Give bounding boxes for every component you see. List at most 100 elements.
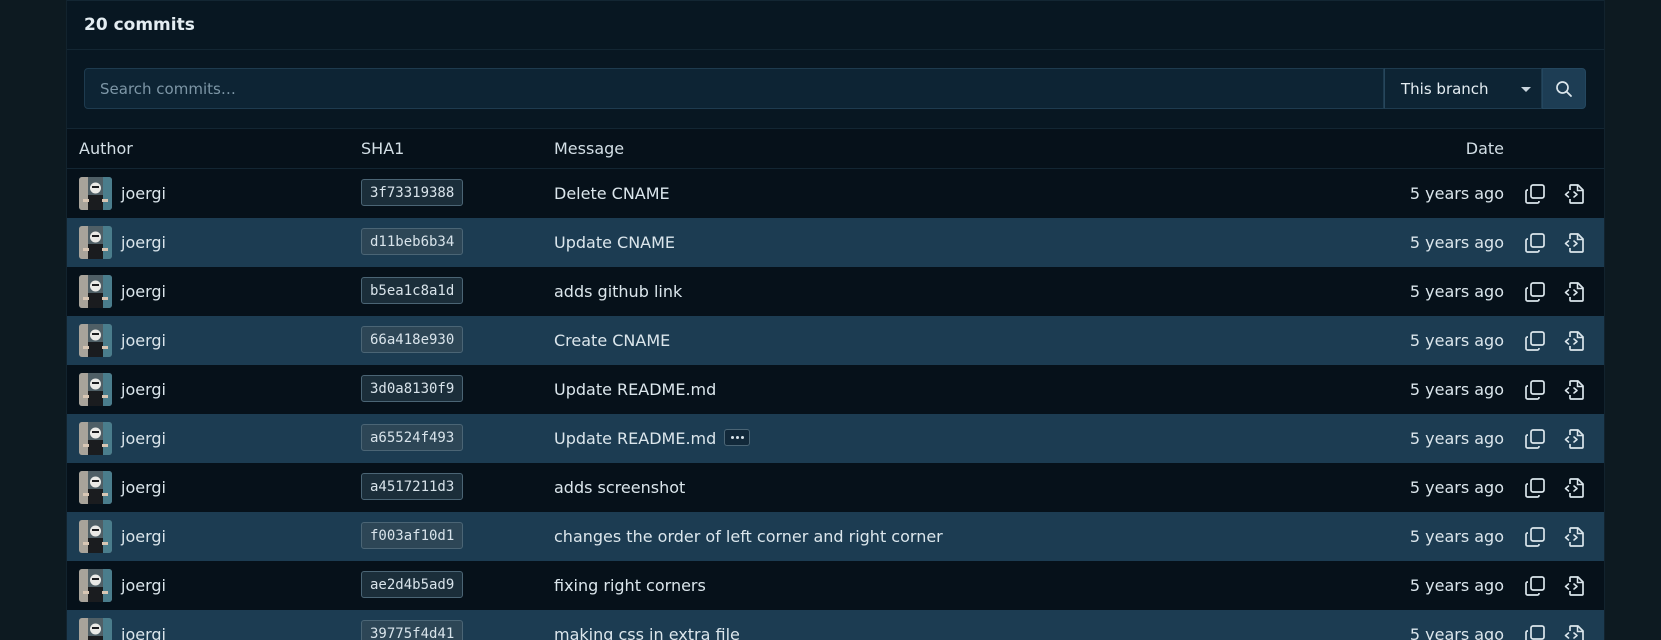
- table-row[interactable]: joergi a65524f493 Update README.md 5 yea…: [67, 414, 1604, 463]
- commit-author[interactable]: joergi: [121, 380, 166, 399]
- search-input[interactable]: [85, 69, 1383, 108]
- table-row[interactable]: joergi 3d0a8130f9 Update README.md 5 yea…: [67, 365, 1604, 414]
- commit-date: 5 years ago: [1409, 331, 1504, 350]
- commit-message-text[interactable]: changes the order of left corner and rig…: [554, 527, 943, 546]
- copy-sha-button[interactable]: [1523, 378, 1547, 402]
- commit-sha[interactable]: 39775f4d41: [361, 620, 464, 640]
- commit-message[interactable]: Update README.md: [554, 380, 716, 399]
- browse-files-icon: [1564, 527, 1584, 547]
- branch-select[interactable]: This branch: [1384, 68, 1542, 109]
- commit-message[interactable]: Create CNAME: [554, 331, 670, 350]
- avatar[interactable]: [79, 471, 112, 504]
- copy-sha-button[interactable]: [1523, 231, 1547, 255]
- commit-message-text[interactable]: making css in extra file: [554, 625, 740, 640]
- commit-author[interactable]: joergi: [121, 478, 166, 497]
- commit-sha[interactable]: a65524f493: [361, 424, 464, 451]
- commit-author[interactable]: joergi: [121, 233, 166, 252]
- copy-sha-button[interactable]: [1523, 427, 1547, 451]
- copy-icon: [1525, 380, 1545, 400]
- table-row[interactable]: joergi b5ea1c8a1d adds github link 5 yea…: [67, 267, 1604, 316]
- commit-message-text[interactable]: adds screenshot: [554, 478, 685, 497]
- expand-message-button[interactable]: [724, 429, 751, 446]
- commit-author[interactable]: joergi: [121, 282, 166, 301]
- commit-date: 5 years ago: [1409, 282, 1504, 301]
- column-author[interactable]: Author: [79, 139, 133, 158]
- commit-sha[interactable]: b5ea1c8a1d: [361, 277, 464, 304]
- column-message[interactable]: Message: [554, 139, 624, 158]
- commit-message[interactable]: fixing right corners: [554, 576, 706, 595]
- table-row[interactable]: joergi f003af10d1 changes the order of l…: [67, 512, 1604, 561]
- commit-date: 5 years ago: [1409, 478, 1504, 497]
- browse-files-button[interactable]: [1563, 623, 1587, 640]
- commit-author[interactable]: joergi: [121, 625, 166, 640]
- search-button[interactable]: [1542, 68, 1586, 109]
- copy-sha-button[interactable]: [1523, 574, 1547, 598]
- commit-message[interactable]: adds screenshot: [554, 478, 685, 497]
- commit-author[interactable]: joergi: [121, 184, 166, 203]
- commit-sha[interactable]: 3f73319388: [361, 179, 464, 206]
- browse-files-button[interactable]: [1563, 280, 1587, 304]
- commit-message[interactable]: Delete CNAME: [554, 184, 670, 203]
- copy-icon: [1525, 527, 1545, 547]
- copy-sha-button[interactable]: [1523, 182, 1547, 206]
- commit-date: 5 years ago: [1409, 527, 1504, 546]
- avatar[interactable]: [79, 618, 112, 640]
- commit-sha[interactable]: 66a418e930: [361, 326, 464, 353]
- avatar[interactable]: [79, 275, 112, 308]
- commit-sha[interactable]: a4517211d3: [361, 473, 464, 500]
- commit-author[interactable]: joergi: [121, 576, 166, 595]
- avatar[interactable]: [79, 177, 112, 210]
- browse-files-button[interactable]: [1563, 574, 1587, 598]
- commit-message-text[interactable]: Create CNAME: [554, 331, 670, 350]
- copy-sha-button[interactable]: [1523, 525, 1547, 549]
- column-date[interactable]: Date: [1466, 139, 1504, 158]
- copy-icon: [1525, 429, 1545, 449]
- browse-files-button[interactable]: [1563, 182, 1587, 206]
- commit-sha[interactable]: d11beb6b34: [361, 228, 464, 255]
- browse-files-icon: [1564, 380, 1584, 400]
- avatar[interactable]: [79, 373, 112, 406]
- browse-files-button[interactable]: [1563, 476, 1587, 500]
- browse-files-button[interactable]: [1563, 525, 1587, 549]
- column-sha[interactable]: SHA1: [361, 139, 404, 158]
- avatar[interactable]: [79, 324, 112, 357]
- commit-sha[interactable]: 3d0a8130f9: [361, 375, 464, 402]
- commit-author[interactable]: joergi: [121, 331, 166, 350]
- avatar[interactable]: [79, 520, 112, 553]
- table-row[interactable]: joergi a4517211d3 adds screenshot 5 year…: [67, 463, 1604, 512]
- browse-files-button[interactable]: [1563, 231, 1587, 255]
- browse-files-icon: [1564, 625, 1584, 640]
- commit-message-text[interactable]: fixing right corners: [554, 576, 706, 595]
- browse-files-button[interactable]: [1563, 427, 1587, 451]
- copy-sha-button[interactable]: [1523, 476, 1547, 500]
- copy-sha-button[interactable]: [1523, 623, 1547, 640]
- table-row[interactable]: joergi d11beb6b34 Update CNAME 5 years a…: [67, 218, 1604, 267]
- commit-message-text[interactable]: adds github link: [554, 282, 682, 301]
- commit-message-text[interactable]: Update CNAME: [554, 233, 675, 252]
- copy-icon: [1525, 184, 1545, 204]
- avatar[interactable]: [79, 226, 112, 259]
- commit-sha[interactable]: ae2d4b5ad9: [361, 571, 464, 598]
- commit-author[interactable]: joergi: [121, 527, 166, 546]
- commit-message[interactable]: making css in extra file: [554, 625, 740, 640]
- browse-files-button[interactable]: [1563, 378, 1587, 402]
- commit-sha[interactable]: f003af10d1: [361, 522, 464, 549]
- table-row[interactable]: joergi 3f73319388 Delete CNAME 5 years a…: [67, 169, 1604, 218]
- avatar[interactable]: [79, 422, 112, 455]
- commit-author[interactable]: joergi: [121, 429, 166, 448]
- table-row[interactable]: joergi 39775f4d41 making css in extra fi…: [67, 610, 1604, 640]
- browse-files-button[interactable]: [1563, 329, 1587, 353]
- commit-message-text[interactable]: Update README.md: [554, 429, 716, 448]
- browse-files-icon: [1564, 331, 1584, 351]
- avatar[interactable]: [79, 569, 112, 602]
- copy-sha-button[interactable]: [1523, 280, 1547, 304]
- table-row[interactable]: joergi ae2d4b5ad9 fixing right corners 5…: [67, 561, 1604, 610]
- commit-message[interactable]: Update CNAME: [554, 233, 675, 252]
- commit-message-text[interactable]: Delete CNAME: [554, 184, 670, 203]
- copy-sha-button[interactable]: [1523, 329, 1547, 353]
- commit-message-text[interactable]: Update README.md: [554, 380, 716, 399]
- commit-message[interactable]: changes the order of left corner and rig…: [554, 527, 943, 546]
- commit-message[interactable]: adds github link: [554, 282, 682, 301]
- commit-message[interactable]: Update README.md: [554, 429, 751, 448]
- table-row[interactable]: joergi 66a418e930 Create CNAME 5 years a…: [67, 316, 1604, 365]
